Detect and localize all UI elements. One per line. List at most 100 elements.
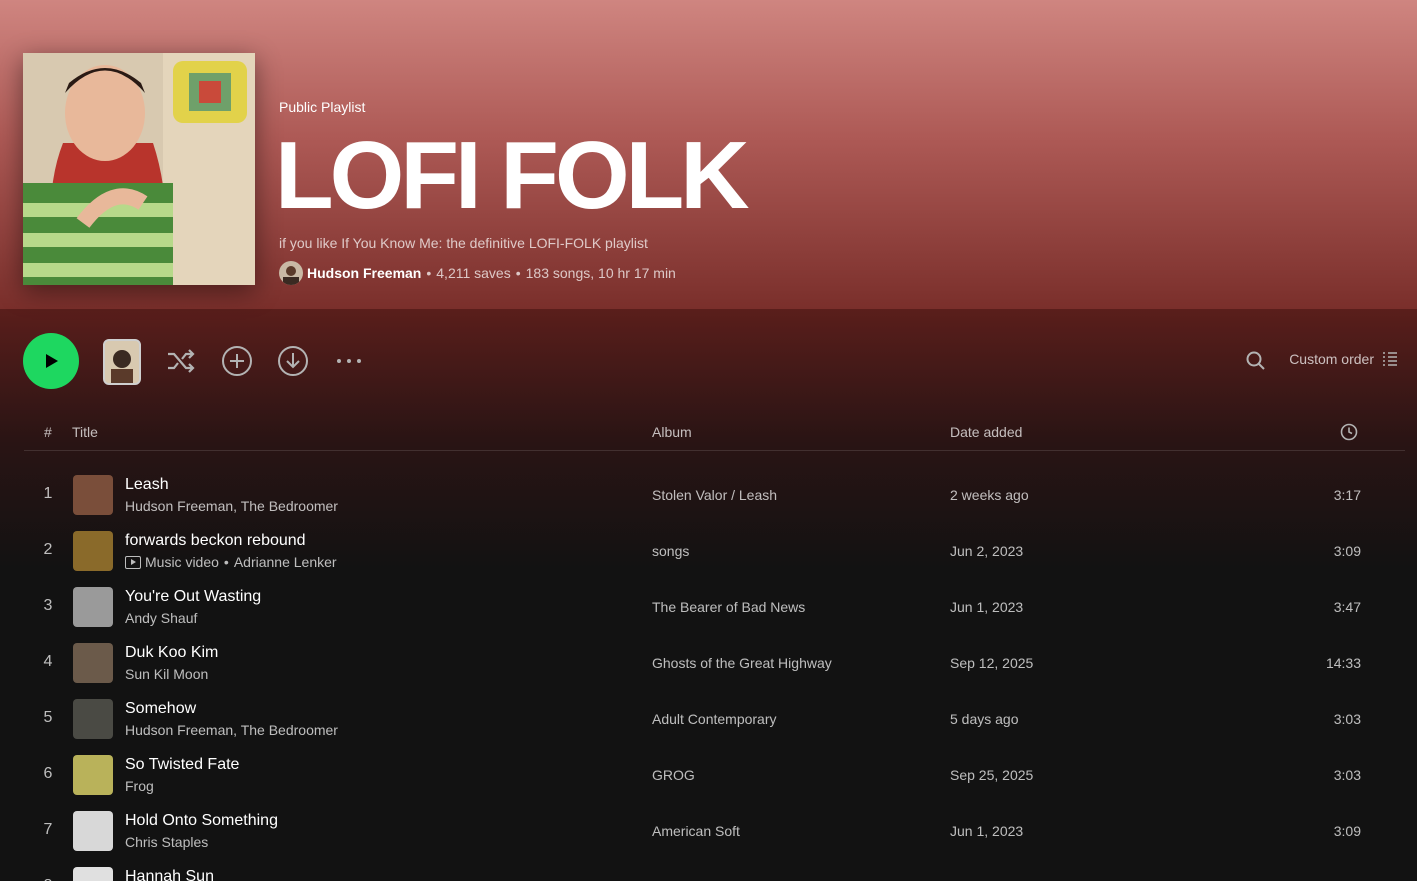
track-title[interactable]: So Twisted Fate [125, 756, 239, 774]
table-row[interactable]: 7 Hold Onto Something Chris Staples America… [24, 803, 1405, 859]
track-number: 3 [43, 597, 53, 614]
track-date-added: Sep 25, 2025 [950, 767, 1034, 783]
table-row[interactable]: 5 Somehow Hudson Freeman, The Bedroomer Adu… [24, 691, 1405, 747]
track-number: 4 [43, 653, 53, 670]
download-button[interactable] [277, 345, 309, 377]
track-number: 5 [43, 709, 53, 726]
track-artwork [73, 587, 113, 627]
track-artist-link[interactable]: Frog [125, 778, 154, 794]
track-album[interactable]: GROG [652, 767, 695, 783]
playlist-title: LOFI FOLK [275, 122, 750, 229]
header-album[interactable]: Album [652, 424, 692, 440]
separator-dot: • [426, 265, 432, 281]
search-icon [1246, 351, 1265, 370]
track-date-added: 2 weeks ago [950, 487, 1029, 503]
music-video-label: Music video [145, 554, 219, 570]
track-number: 6 [43, 765, 53, 782]
track-artist-link[interactable]: Andy Shauf [125, 610, 197, 626]
track-artist-link[interactable]: Sun Kil Moon [125, 666, 208, 682]
header-date-added[interactable]: Date added [950, 424, 1022, 440]
header-number: # [44, 424, 52, 440]
track-artist: Chris Staples [125, 834, 208, 850]
track-artist: Music video • Adrianne Lenker [125, 554, 337, 570]
track-album[interactable]: American Soft [652, 823, 740, 839]
sort-dropdown[interactable]: Custom order [1289, 351, 1398, 367]
preview-cover-button[interactable] [103, 339, 141, 385]
track-artist: Hudson Freeman, The Bedroomer [125, 722, 338, 738]
track-title[interactable]: You're Out Wasting [125, 588, 261, 606]
playlist-type: Public Playlist [279, 99, 366, 115]
track-number: 1 [43, 485, 53, 502]
track-artist-link[interactable]: Chris Staples [125, 834, 208, 850]
more-options-button[interactable] [333, 345, 365, 377]
list-icon [1383, 352, 1397, 366]
owner-avatar[interactable] [279, 261, 303, 285]
songs-summary: 183 songs, 10 hr 17 min [525, 265, 676, 281]
tracklist-header: # Title Album Date added [24, 416, 1405, 451]
shuffle-button[interactable] [165, 345, 197, 377]
track-artwork [73, 867, 113, 881]
download-icon [278, 346, 308, 376]
play-button[interactable] [23, 333, 79, 389]
music-video-icon [125, 555, 141, 569]
more-icon [337, 359, 361, 363]
track-title[interactable]: Somehow [125, 700, 196, 718]
table-row[interactable]: 2 forwards beckon rebound Music video • Adri… [24, 523, 1405, 579]
track-artist-link[interactable]: Adrianne Lenker [234, 554, 337, 570]
track-title[interactable]: Hannah Sun [125, 868, 214, 881]
add-to-library-button[interactable] [221, 345, 253, 377]
plus-circle-icon [222, 346, 252, 376]
header-duration[interactable] [1340, 423, 1358, 444]
playlist-cover[interactable] [23, 53, 255, 285]
track-date-added: 5 days ago [950, 711, 1019, 727]
track-artist: Hudson Freeman, The Bedroomer [125, 498, 338, 514]
track-number: 8 [24, 877, 72, 881]
playlist-meta: Hudson Freeman • 4,211 saves • 183 songs… [279, 261, 676, 285]
track-artwork [73, 475, 113, 515]
track-artwork [73, 755, 113, 795]
table-row[interactable]: 3 You're Out Wasting Andy Shauf The Bearer … [24, 579, 1405, 635]
table-row[interactable]: 4 Duk Koo Kim Sun Kil Moon Ghosts of the Gr… [24, 635, 1405, 691]
track-artwork [73, 811, 113, 851]
sort-label: Custom order [1289, 351, 1374, 367]
track-artwork [73, 531, 113, 571]
track-artist: Frog [125, 778, 154, 794]
table-row[interactable]: 8 Hannah Sun [24, 859, 1405, 881]
action-bar: Custom order [0, 333, 1417, 389]
clock-icon [1340, 423, 1358, 441]
track-duration: 14:33 [1325, 655, 1361, 671]
track-date-added: Jun 1, 2023 [950, 823, 1024, 839]
track-duration: 3:09 [1333, 543, 1361, 559]
track-title[interactable]: Leash [125, 476, 169, 494]
track-title[interactable]: Hold Onto Something [125, 812, 278, 830]
track-artist-link[interactable]: Hudson Freeman, The Bedroomer [125, 722, 338, 738]
header-title[interactable]: Title [72, 424, 98, 440]
saves-count: 4,211 saves [436, 265, 511, 281]
track-album[interactable]: The Bearer of Bad News [652, 599, 805, 615]
track-duration: 3:47 [1333, 599, 1361, 615]
track-date-added: Jun 1, 2023 [950, 599, 1024, 615]
owner-link[interactable]: Hudson Freeman [307, 265, 421, 281]
track-artwork [73, 699, 113, 739]
track-title[interactable]: Duk Koo Kim [125, 644, 218, 662]
track-duration: 3:03 [1333, 711, 1361, 727]
track-title[interactable]: forwards beckon rebound [125, 532, 306, 550]
search-in-playlist-button[interactable] [1244, 349, 1268, 373]
table-row[interactable]: 1 Leash Hudson Freeman, The Bedroomer Stole… [24, 467, 1405, 523]
separator-dot: • [223, 554, 229, 570]
track-album[interactable]: Ghosts of the Great Highway [652, 655, 832, 671]
track-date-added: Jun 2, 2023 [950, 543, 1024, 559]
separator-dot: • [515, 265, 521, 281]
table-row[interactable]: 6 So Twisted Fate Frog GROG Sep 25, 2025 3:03 [24, 747, 1405, 803]
track-artist-link[interactable]: Hudson Freeman, The Bedroomer [125, 498, 338, 514]
track-date-added: Sep 12, 2025 [950, 655, 1034, 671]
track-album[interactable]: songs [652, 543, 689, 559]
track-album[interactable]: Adult Contemporary [652, 711, 777, 727]
shuffle-icon [168, 349, 195, 373]
track-artist: Sun Kil Moon [125, 666, 208, 682]
track-number: 7 [43, 821, 53, 838]
playlist-description: if you like If You Know Me: the definiti… [279, 235, 648, 251]
track-duration: 3:09 [1333, 823, 1361, 839]
track-number: 2 [43, 541, 53, 558]
track-album[interactable]: Stolen Valor / Leash [652, 487, 777, 503]
